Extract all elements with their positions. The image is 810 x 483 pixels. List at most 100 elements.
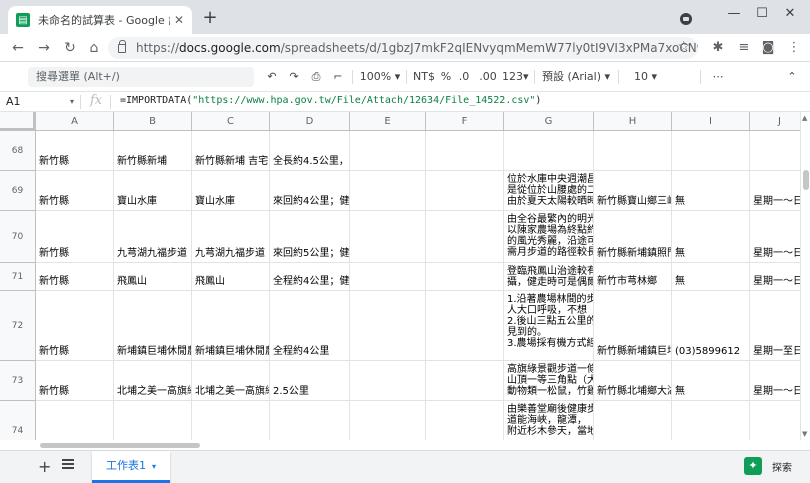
table-cell[interactable]: 星期一～日 bbox=[750, 171, 800, 211]
column-header-b[interactable]: B bbox=[114, 112, 192, 131]
bookmark-star-icon[interactable]: ☆ bbox=[677, 39, 690, 55]
column-header-e[interactable]: E bbox=[350, 112, 426, 131]
table-cell[interactable]: 新竹縣新埔鎮巨埔 bbox=[594, 291, 672, 361]
browser-menu-icon[interactable]: ⋮ bbox=[784, 38, 804, 58]
formula-input[interactable]: =IMPORTDATA("https://www.hpa.gov.tw/File… bbox=[120, 95, 541, 106]
font-size-select[interactable]: 10 ▾ bbox=[626, 67, 666, 87]
browser-tab[interactable]: ▤ 未命名的試算表 - Google 試算表 ✕ bbox=[8, 6, 192, 34]
table-cell[interactable]: 星期一至日 bbox=[750, 291, 800, 361]
table-cell[interactable] bbox=[594, 131, 672, 171]
table-cell[interactable] bbox=[426, 361, 504, 401]
table-cell[interactable]: 新竹縣北埔鄉大湖 bbox=[594, 361, 672, 401]
row-header[interactable]: 68 bbox=[0, 131, 36, 171]
table-cell[interactable]: 星期一～日 bbox=[750, 361, 800, 401]
column-header-g[interactable]: G bbox=[504, 112, 594, 131]
table-cell[interactable]: 新竹縣寶山鄉三峰 bbox=[594, 171, 672, 211]
table-cell[interactable]: 新竹縣新埔鎮照門 bbox=[594, 211, 672, 263]
table-cell[interactable]: 2.5公里 bbox=[270, 361, 350, 401]
row-header[interactable]: 73 bbox=[0, 361, 36, 401]
name-box[interactable]: A1 bbox=[4, 94, 76, 110]
table-cell[interactable]: 無 bbox=[672, 171, 750, 211]
row-header[interactable]: 70 bbox=[0, 211, 36, 263]
table-cell[interactable] bbox=[350, 361, 426, 401]
table-cell[interactable]: 飛鳳山 bbox=[114, 263, 192, 291]
table-cell[interactable] bbox=[426, 401, 504, 440]
table-cell[interactable]: 新竹縣 bbox=[36, 171, 114, 211]
menu-search-input[interactable]: 搜尋選單 (Alt+/) bbox=[28, 67, 254, 87]
table-cell[interactable]: 寶山水庫 bbox=[192, 171, 270, 211]
font-select[interactable]: 預設 (Arial) ▾ bbox=[542, 67, 612, 87]
collapse-toolbar-icon[interactable]: ⌃ bbox=[784, 67, 800, 87]
table-cell[interactable]: 新竹縣 bbox=[36, 131, 114, 171]
column-header-c[interactable]: C bbox=[192, 112, 270, 131]
table-cell[interactable]: 無 bbox=[672, 361, 750, 401]
table-cell[interactable]: 新竹縣 bbox=[36, 291, 114, 361]
scroll-up-icon[interactable]: ▲ bbox=[802, 114, 807, 122]
undo-icon[interactable]: ↶ bbox=[264, 67, 280, 87]
table-cell[interactable]: 新竹縣新埔 吉宅 bbox=[192, 131, 270, 171]
table-cell[interactable]: 新竹縣新埔 bbox=[114, 131, 192, 171]
reload-icon[interactable]: ↻ bbox=[60, 38, 80, 58]
tab-close-icon[interactable]: ✕ bbox=[174, 13, 184, 27]
increase-decimal-button[interactable]: .00 bbox=[478, 67, 498, 87]
table-cell[interactable] bbox=[504, 131, 594, 171]
table-cell[interactable]: 新竹縣 bbox=[36, 361, 114, 401]
print-icon[interactable]: ⎙ bbox=[308, 67, 324, 87]
table-cell[interactable]: 星期一～日 bbox=[750, 263, 800, 291]
back-arrow-icon[interactable]: ← bbox=[8, 38, 28, 58]
column-header-j[interactable]: J bbox=[750, 112, 800, 131]
table-cell[interactable]: 新竹縣 bbox=[36, 263, 114, 291]
table-cell[interactable]: 北埔之美一高旗綠 bbox=[114, 361, 192, 401]
add-sheet-button[interactable]: + bbox=[38, 457, 51, 476]
table-cell[interactable]: 由樂善堂廟後健康步 道能海峽，龍潭， 附近杉木參天，當地 bbox=[504, 401, 594, 440]
table-cell[interactable]: 飛鳳山 bbox=[192, 263, 270, 291]
table-cell[interactable]: 九芎湖九福步道 bbox=[114, 211, 192, 263]
url-field[interactable]: https://docs.google.com/spreadsheets/d/1… bbox=[108, 37, 698, 59]
table-cell[interactable] bbox=[426, 171, 504, 211]
table-cell[interactable] bbox=[192, 401, 270, 440]
table-cell[interactable]: 高旗綠景觀步道一條 山頂一等三角點（大 動物類一松鼠，竹雞 bbox=[504, 361, 594, 401]
paint-format-icon[interactable]: ⌐ bbox=[330, 67, 346, 87]
table-cell[interactable]: 全程約4公里 bbox=[270, 291, 350, 361]
close-window-button[interactable]: ✕ bbox=[780, 4, 800, 24]
table-cell[interactable] bbox=[750, 131, 800, 171]
table-cell[interactable] bbox=[350, 263, 426, 291]
decrease-decimal-button[interactable]: .0 bbox=[456, 67, 472, 87]
vertical-scrollbar[interactable]: ▲ ▼ bbox=[800, 112, 810, 440]
sheet-tab[interactable]: 工作表1 ▾ bbox=[92, 451, 170, 483]
column-header-a[interactable]: A bbox=[36, 112, 114, 131]
table-cell[interactable]: 位於水庫中央週潮昌 是從位於山腰處的二 由於夏天太陽較晒時 bbox=[504, 171, 594, 211]
column-header-d[interactable]: D bbox=[270, 112, 350, 131]
table-cell[interactable] bbox=[350, 291, 426, 361]
table-cell[interactable] bbox=[350, 211, 426, 263]
table-cell[interactable]: 登臨飛鳳山治途較有 攝，健走時可是偶爾 bbox=[504, 263, 594, 291]
sheet-tab-caret-icon[interactable]: ▾ bbox=[152, 462, 156, 471]
new-tab-button[interactable]: + bbox=[200, 8, 220, 28]
table-cell[interactable]: 九芎湖九福步道 bbox=[192, 211, 270, 263]
table-cell[interactable] bbox=[270, 401, 350, 440]
table-cell[interactable] bbox=[426, 131, 504, 171]
table-cell[interactable] bbox=[114, 401, 192, 440]
zoom-select[interactable]: 100% ▾ bbox=[358, 67, 402, 87]
table-cell[interactable]: 1.沿著農場林間的步 人大口呼吸，不想 2.後山三點五公里的 見到的。 3.農場… bbox=[504, 291, 594, 361]
table-cell[interactable] bbox=[672, 401, 750, 440]
percent-format-button[interactable]: % bbox=[440, 67, 452, 87]
explore-button[interactable]: ✦ 探索 bbox=[744, 457, 792, 475]
column-header-i[interactable]: I bbox=[672, 112, 750, 131]
row-header[interactable]: 69 bbox=[0, 171, 36, 211]
table-cell[interactable]: 來回約5公里；健走步數約8,300步 bbox=[270, 211, 350, 263]
currency-format-button[interactable]: NT$ bbox=[412, 67, 436, 87]
table-cell[interactable]: 新竹市芎林鄉 bbox=[594, 263, 672, 291]
table-cell[interactable] bbox=[750, 401, 800, 440]
table-cell[interactable] bbox=[426, 211, 504, 263]
table-cell[interactable] bbox=[350, 171, 426, 211]
row-header[interactable]: 74 bbox=[0, 401, 36, 440]
media-control-icon[interactable] bbox=[680, 13, 692, 25]
table-cell[interactable] bbox=[350, 131, 426, 171]
scroll-down-icon[interactable]: ▼ bbox=[802, 430, 807, 438]
horizontal-scroll-thumb[interactable] bbox=[40, 443, 200, 448]
table-cell[interactable] bbox=[672, 131, 750, 171]
table-cell[interactable] bbox=[426, 291, 504, 361]
table-cell[interactable]: 北埔之美一高旗綠 bbox=[192, 361, 270, 401]
name-box-caret-icon[interactable]: ▾ bbox=[70, 94, 74, 110]
